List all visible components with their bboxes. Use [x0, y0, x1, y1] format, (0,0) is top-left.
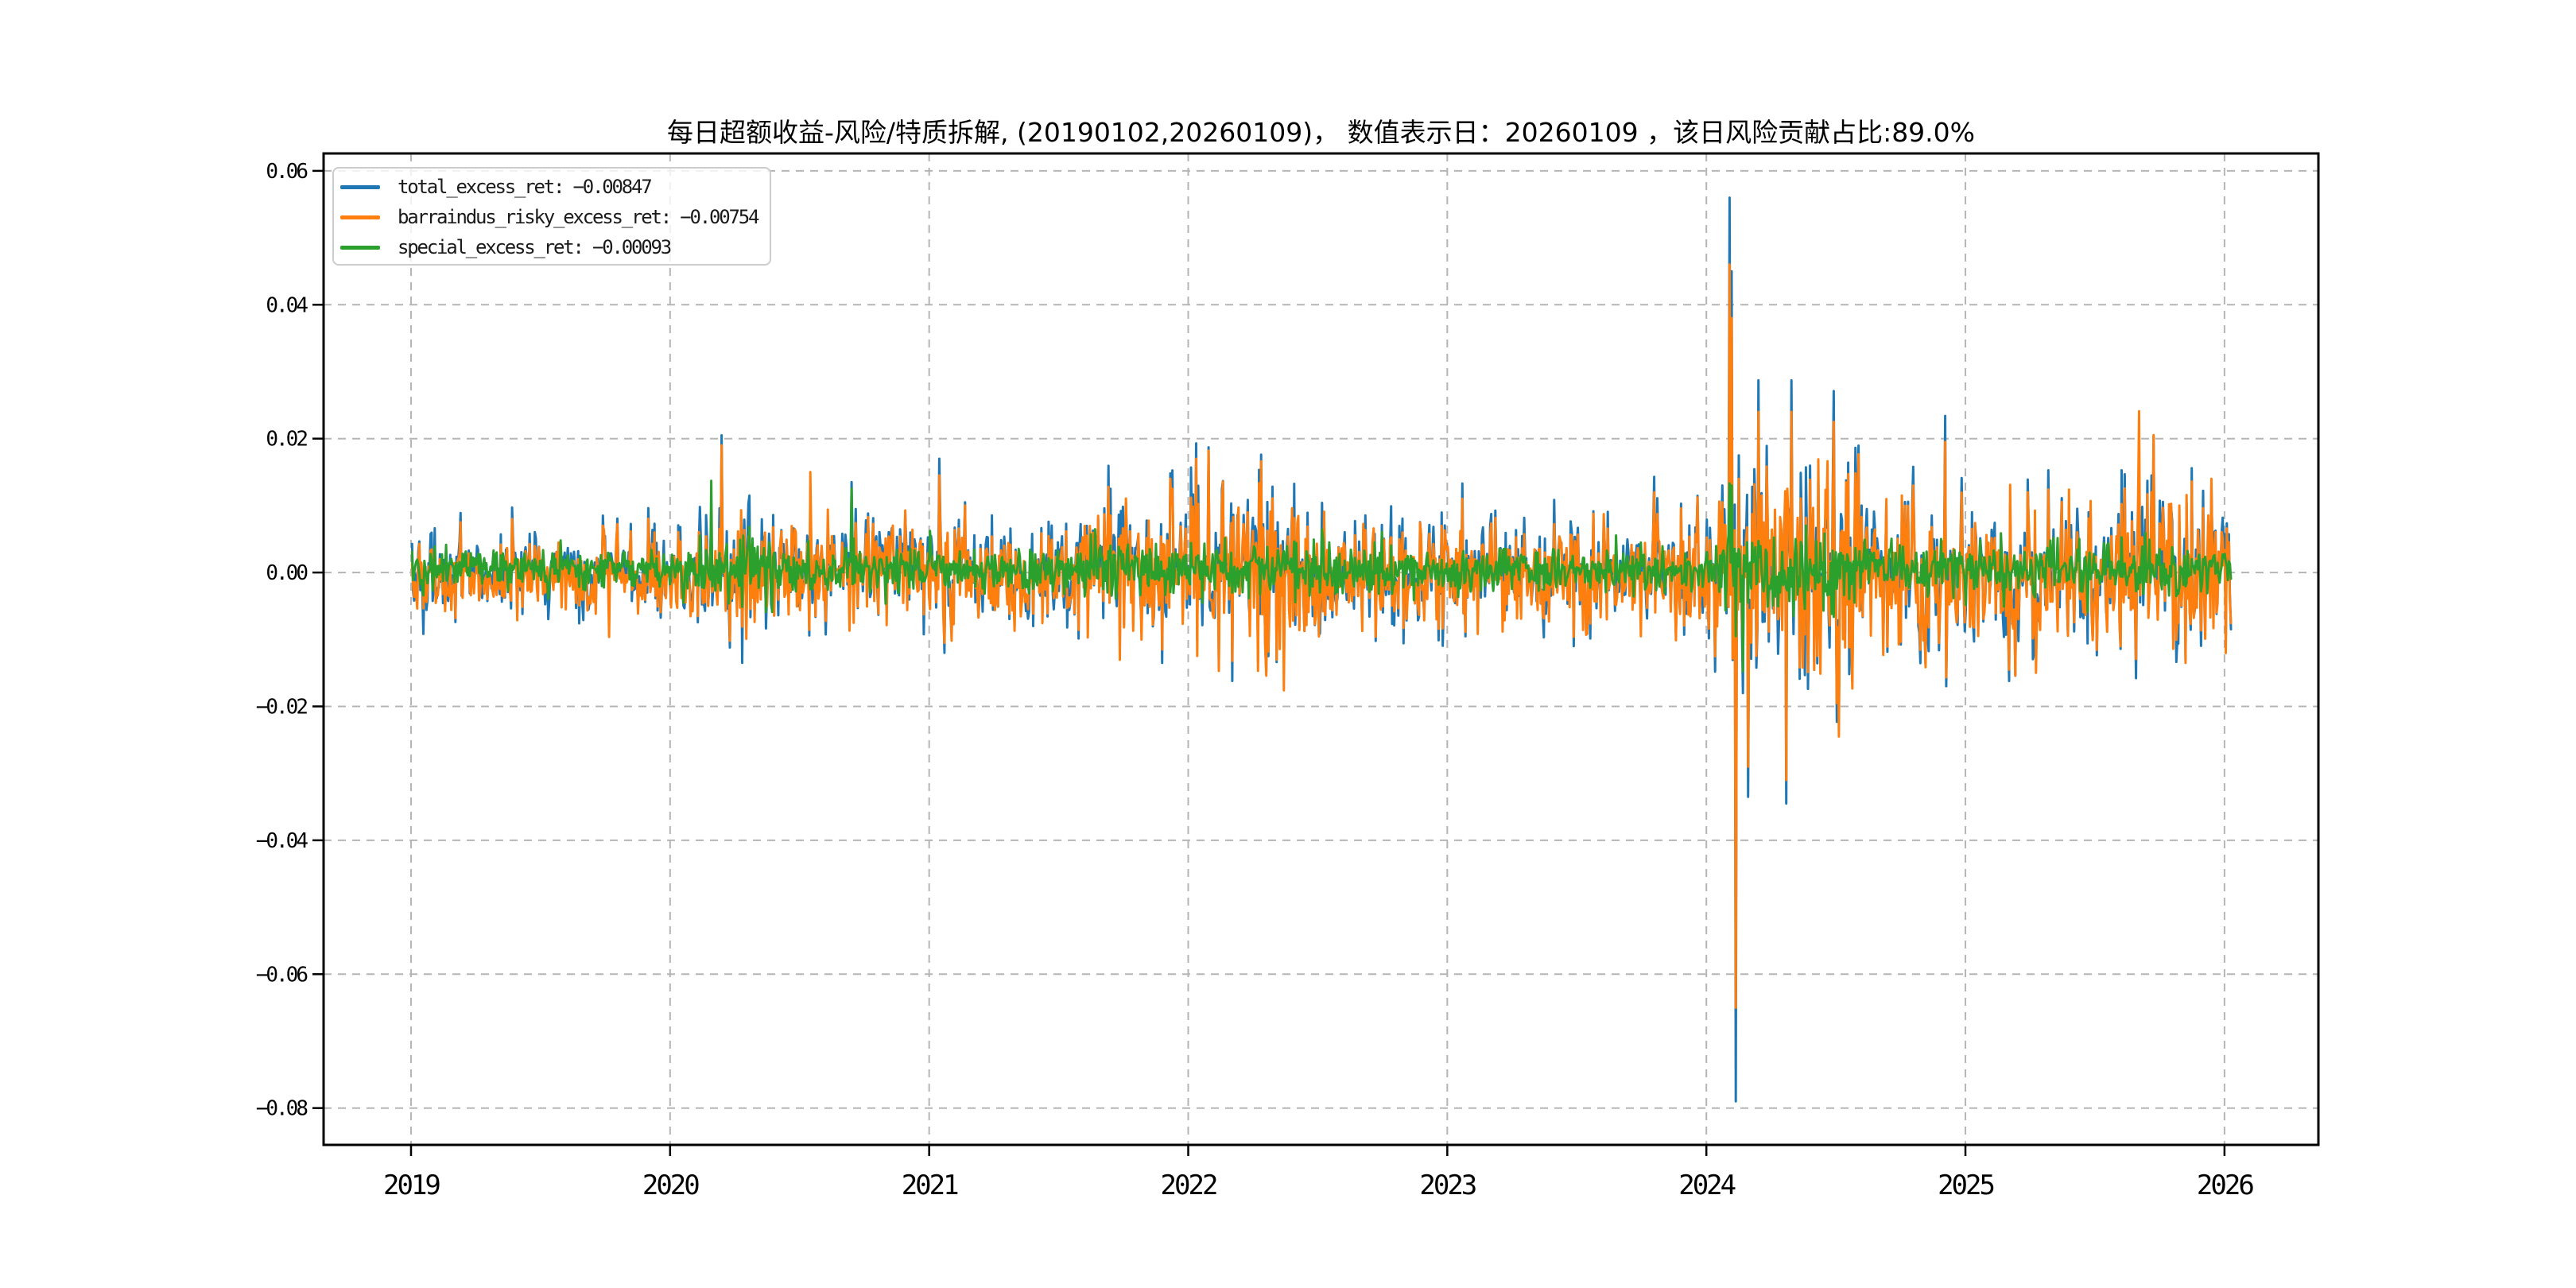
legend-entry-risky: barraindus_risky_excess_ret: −0.00754	[340, 202, 770, 232]
y-tick-label: −0.04	[256, 829, 308, 853]
x-tick-label: 2025	[1938, 1170, 1993, 1201]
x-tick-label: 2022	[1161, 1170, 1216, 1201]
legend-line-swatch-total	[340, 184, 380, 189]
legend-label-total: total_excess_ret: −0.00847	[398, 176, 653, 198]
legend-entry-total: total_excess_ret: −0.00847	[340, 172, 770, 202]
x-tick-label: 2024	[1678, 1170, 1735, 1201]
x-tick-label: 2023	[1419, 1170, 1475, 1201]
legend-label-risky: barraindus_risky_excess_ret: −0.00754	[398, 206, 759, 228]
y-tick-label: 0.04	[266, 293, 308, 317]
legend: total_excess_ret: −0.00847 barraindus_ri…	[332, 167, 771, 266]
legend-entry-special: special_excess_ret: −0.00093	[340, 232, 770, 262]
y-tick-label: −0.02	[256, 695, 308, 719]
y-tick-label: −0.08	[256, 1097, 308, 1121]
x-tick-label: 2021	[902, 1170, 958, 1201]
legend-line-swatch-special	[340, 245, 380, 250]
plot-border	[322, 152, 2320, 1146]
figure: 每日超额收益-风险/特质拆解, (20190102,20260109)， 数值表…	[0, 0, 2576, 1288]
series-line-total_excess_ret	[410, 196, 2233, 1103]
chart-title: 每日超额收益-风险/特质拆解, (20190102,20260109)， 数值表…	[666, 117, 1976, 148]
x-tick-label: 2020	[642, 1170, 699, 1201]
legend-line-swatch-risky	[340, 215, 380, 219]
y-tick-label: 0.00	[266, 561, 307, 585]
series-line-barraindus_risky_excess_ret	[410, 263, 2233, 1009]
y-tick-label: −0.06	[256, 963, 308, 987]
x-tick-label: 2019	[383, 1170, 440, 1201]
legend-label-special: special_excess_ret: −0.00093	[398, 236, 672, 258]
x-tick-label: 2026	[2197, 1170, 2253, 1201]
y-tick-label: 0.02	[266, 428, 307, 452]
y-tick-label: 0.06	[266, 160, 307, 184]
